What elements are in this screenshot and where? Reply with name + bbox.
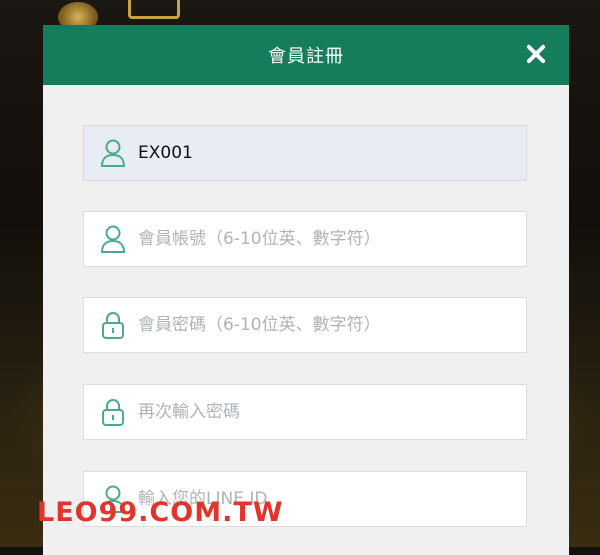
background-crown [128, 0, 180, 19]
member-id-input[interactable] [138, 126, 526, 180]
confirm-password-field[interactable] [83, 384, 527, 440]
register-modal: 會員註冊 [43, 25, 569, 555]
modal-header: 會員註冊 [43, 25, 569, 85]
user-icon [100, 138, 126, 168]
close-icon[interactable] [521, 39, 551, 69]
confirm-password-input[interactable] [138, 385, 526, 439]
lock-icon [100, 310, 126, 340]
account-field[interactable] [83, 211, 527, 267]
password-input[interactable] [138, 298, 526, 352]
password-field[interactable] [83, 297, 527, 353]
member-id-field[interactable] [83, 125, 527, 181]
modal-title: 會員註冊 [268, 46, 344, 67]
watermark: LEO99.COM.TW [37, 497, 284, 528]
lock-icon [100, 397, 126, 427]
user-icon [100, 224, 126, 254]
account-input[interactable] [138, 212, 526, 266]
